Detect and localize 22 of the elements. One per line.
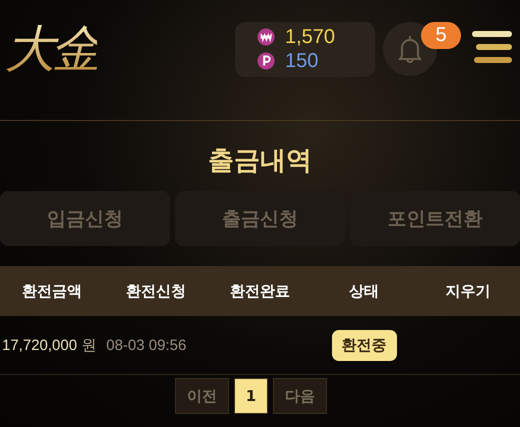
page-button[interactable]: 1 <box>234 378 268 414</box>
page-button[interactable]: 이전 <box>174 378 229 414</box>
amount-cell: 17,720,000 원 <box>2 336 96 354</box>
point-coin-icon <box>257 52 275 70</box>
cash-balance: 1,570 <box>285 26 336 48</box>
site-logo[interactable]: 大金 <box>5 24 97 74</box>
column-header: 환전신청 <box>125 282 187 300</box>
point-balance: 150 <box>285 50 318 72</box>
notification-badge: 5 <box>421 22 461 49</box>
column-header: 환전금액 <box>21 282 83 300</box>
page-title: 출금내역 <box>207 145 313 178</box>
column-header: 상태 <box>348 282 380 300</box>
tab[interactable]: 입금신청 <box>0 191 170 246</box>
tab[interactable]: 포인트전환 <box>350 191 520 246</box>
status-badge: 환전중 <box>332 330 396 360</box>
column-header: 지우기 <box>444 282 492 300</box>
page-button[interactable]: 다음 <box>273 378 328 414</box>
won-coin-icon <box>257 28 275 46</box>
menu-icon[interactable] <box>472 29 512 65</box>
column-header: 환전완료 <box>229 282 291 300</box>
request-date-cell: 08-03 09:56 <box>106 336 186 354</box>
tab[interactable]: 출금신청 <box>175 191 345 246</box>
